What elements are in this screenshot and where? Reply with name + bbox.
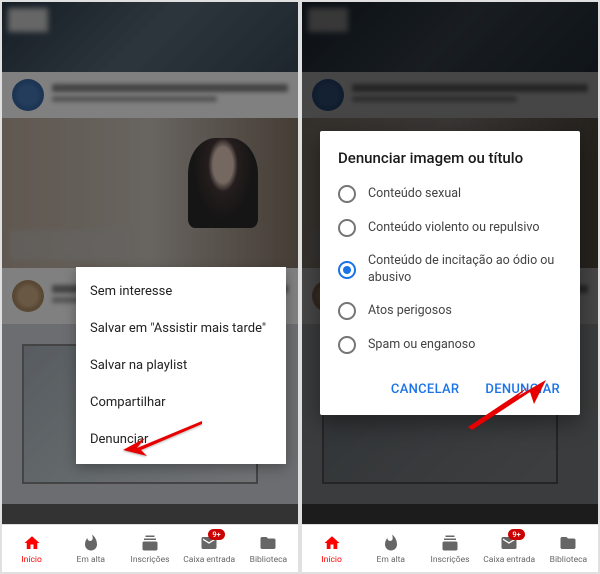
video-meta-row — [2, 72, 298, 118]
radio-icon — [338, 261, 356, 279]
dialog-actions: CANCELAR DENUNCIAR — [320, 362, 580, 407]
video-context-menu: Sem interesse Salvar em "Assistir mais t… — [76, 267, 286, 464]
nav-label: Em alta — [77, 555, 106, 565]
bottom-navigation: Início Em alta Inscrições 9+ Caixa entra… — [302, 524, 598, 572]
nav-inbox[interactable]: 9+ Caixa entrada — [480, 525, 539, 572]
video-thumbnail — [2, 118, 298, 268]
radio-icon — [338, 336, 356, 354]
trending-icon — [81, 533, 101, 553]
nav-label: Inscrições — [131, 555, 170, 565]
report-button[interactable]: DENUNCIAR — [475, 376, 570, 403]
menu-item-save-watch-later[interactable]: Salvar em "Assistir mais tarde" — [76, 310, 286, 347]
home-icon — [322, 533, 342, 553]
nav-library[interactable]: Biblioteca — [539, 525, 598, 572]
folder-icon — [258, 533, 278, 553]
nav-label: Em alta — [377, 555, 406, 565]
radio-label: Atos perigosos — [368, 303, 452, 319]
cancel-button[interactable]: CANCELAR — [381, 376, 470, 403]
channel-avatar — [12, 79, 44, 111]
home-icon — [22, 533, 42, 553]
bottom-navigation: Início Em alta Inscrições 9+ Caixa entra… — [2, 524, 298, 572]
folder-icon — [558, 533, 578, 553]
modal-overlay: Denunciar imagem ou título Conteúdo sexu… — [302, 2, 598, 524]
inbox-badge: 9+ — [508, 529, 524, 540]
nav-label: Caixa entrada — [483, 555, 535, 565]
feed-area: Sem interesse Salvar em "Assistir mais t… — [2, 2, 298, 524]
feed-area: Denunciar imagem ou título Conteúdo sexu… — [302, 2, 598, 524]
subscriptions-icon — [440, 533, 460, 553]
dialog-title: Denunciar imagem ou título — [320, 149, 580, 177]
radio-label: Spam ou enganoso — [368, 337, 475, 353]
nav-label: Início — [321, 555, 341, 565]
option-spam[interactable]: Spam ou enganoso — [320, 328, 580, 362]
option-hateful-content[interactable]: Conteúdo de incitação ao ódio ou abusivo — [320, 245, 580, 294]
radio-icon — [338, 302, 356, 320]
nav-home[interactable]: Início — [2, 525, 61, 572]
nav-label: Caixa entrada — [183, 555, 235, 565]
video-thumbnail — [2, 2, 298, 72]
radio-label: Conteúdo de incitação ao ódio ou abusivo — [368, 253, 562, 286]
nav-trending[interactable]: Em alta — [61, 525, 120, 572]
menu-item-save-playlist[interactable]: Salvar na playlist — [76, 347, 286, 384]
nav-subscriptions[interactable]: Inscrições — [420, 525, 479, 572]
nav-label: Biblioteca — [550, 555, 587, 565]
radio-icon — [338, 219, 356, 237]
nav-home[interactable]: Início — [302, 525, 361, 572]
inbox-badge: 9+ — [208, 529, 224, 540]
nav-subscriptions[interactable]: Inscrições — [120, 525, 179, 572]
radio-label: Conteúdo sexual — [368, 186, 461, 202]
menu-item-not-interested[interactable]: Sem interesse — [76, 273, 286, 310]
report-dialog: Denunciar imagem ou título Conteúdo sexu… — [320, 131, 580, 415]
nav-trending[interactable]: Em alta — [361, 525, 420, 572]
nav-label: Biblioteca — [250, 555, 287, 565]
radio-icon — [338, 185, 356, 203]
nav-label: Inscrições — [431, 555, 470, 565]
trending-icon — [381, 533, 401, 553]
phone-screenshot-left: Sem interesse Salvar em "Assistir mais t… — [2, 2, 298, 572]
option-dangerous-acts[interactable]: Atos perigosos — [320, 294, 580, 328]
nav-library[interactable]: Biblioteca — [239, 525, 298, 572]
option-violent-content[interactable]: Conteúdo violento ou repulsivo — [320, 211, 580, 245]
phone-screenshot-right: Denunciar imagem ou título Conteúdo sexu… — [302, 2, 598, 572]
menu-item-report[interactable]: Denunciar — [76, 421, 286, 458]
nav-label: Início — [21, 555, 41, 565]
subscriptions-icon — [140, 533, 160, 553]
option-sexual-content[interactable]: Conteúdo sexual — [320, 177, 580, 211]
channel-avatar — [12, 280, 44, 312]
menu-item-share[interactable]: Compartilhar — [76, 384, 286, 421]
radio-label: Conteúdo violento ou repulsivo — [368, 220, 539, 236]
nav-inbox[interactable]: 9+ Caixa entrada — [180, 525, 239, 572]
